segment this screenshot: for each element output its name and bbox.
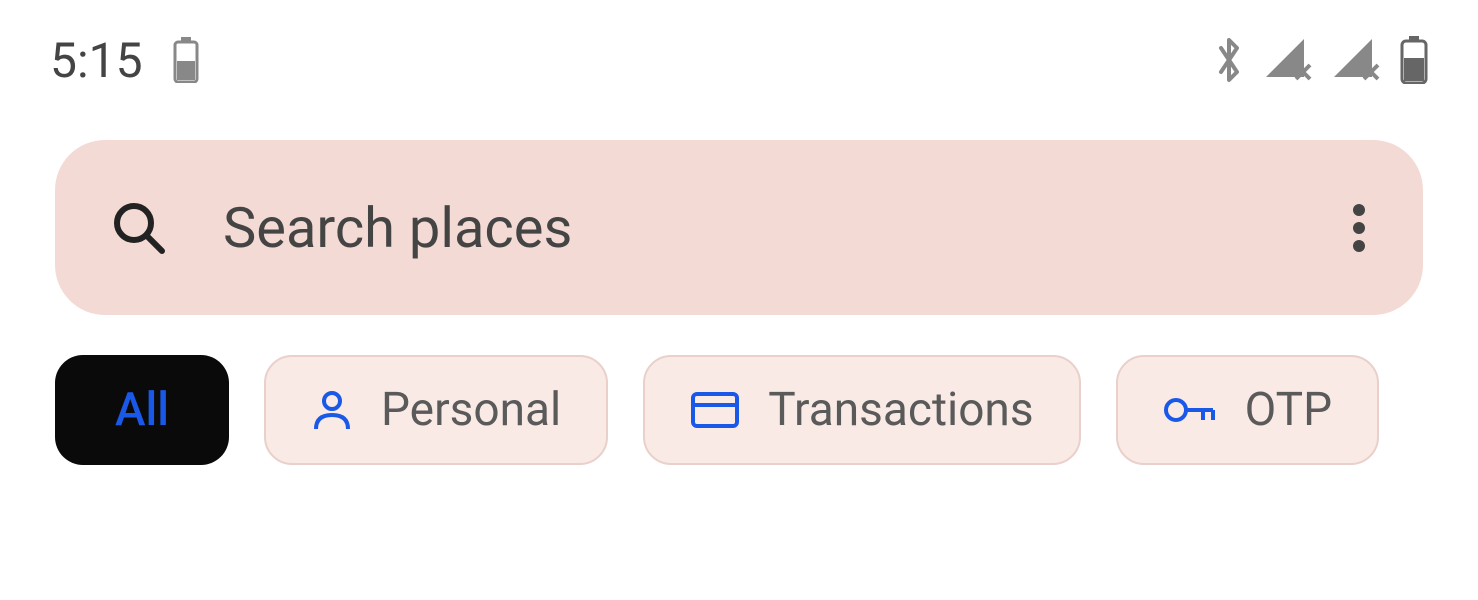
- search-bar[interactable]: Search places: [55, 140, 1423, 315]
- battery-half-icon: [173, 37, 199, 83]
- signal-no-data-icon: [1332, 37, 1382, 83]
- bluetooth-icon: [1212, 35, 1246, 85]
- card-icon: [690, 391, 740, 429]
- status-bar: 5:15: [0, 0, 1478, 110]
- chip-label: OTP: [1245, 383, 1333, 437]
- status-bar-right: [1212, 35, 1428, 85]
- chip-otp[interactable]: OTP: [1116, 355, 1380, 465]
- search-placeholder: Search places: [223, 195, 1295, 261]
- status-time: 5:15: [50, 32, 143, 89]
- filter-chips-row: All Personal Transactions: [0, 355, 1478, 465]
- key-icon: [1163, 395, 1217, 425]
- search-icon: [110, 199, 168, 257]
- more-vert-icon[interactable]: [1350, 199, 1368, 257]
- chip-transactions[interactable]: Transactions: [643, 355, 1080, 465]
- chip-label: Personal: [381, 383, 561, 437]
- signal-no-data-icon: [1264, 37, 1314, 83]
- status-bar-left: 5:15: [50, 32, 199, 89]
- chip-label: Transactions: [768, 383, 1033, 437]
- chip-personal[interactable]: Personal: [264, 355, 608, 465]
- chip-label: All: [115, 383, 169, 437]
- chip-all[interactable]: All: [55, 355, 229, 465]
- battery-half-icon: [1400, 36, 1428, 84]
- person-icon: [311, 389, 353, 431]
